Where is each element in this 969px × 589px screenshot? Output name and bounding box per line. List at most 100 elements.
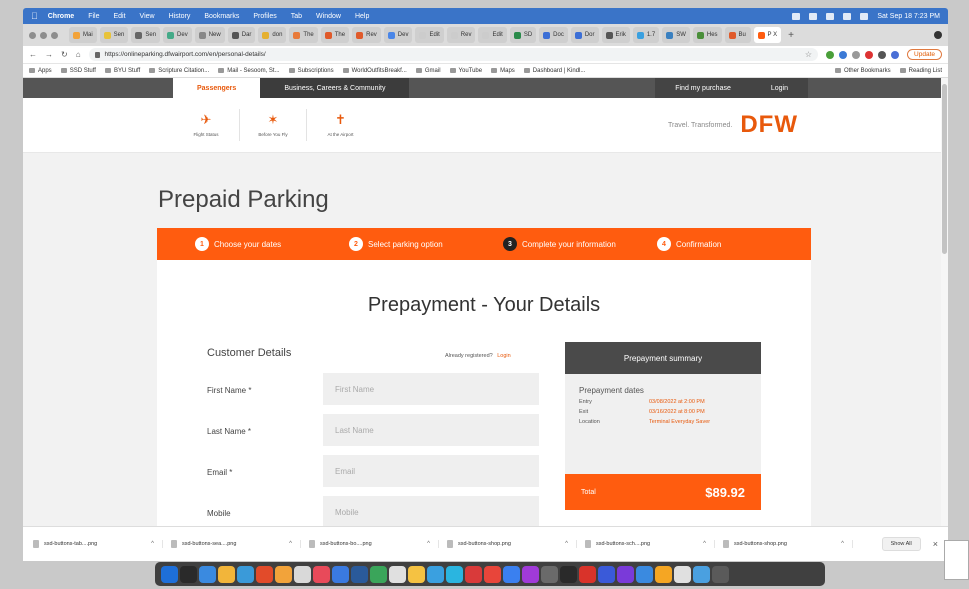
nav-login[interactable]: Login xyxy=(750,78,808,98)
bookmark-item[interactable]: SSD Stuff xyxy=(60,68,96,74)
bookmark-item[interactable]: Subscriptions xyxy=(288,68,334,74)
browser-tab[interactable]: SW xyxy=(662,27,690,43)
apple-icon[interactable]:  xyxy=(31,11,38,21)
wifi-icon[interactable] xyxy=(826,12,835,20)
status-icon[interactable] xyxy=(809,12,818,20)
dock-app-icon[interactable] xyxy=(484,565,501,583)
star-icon[interactable]: ☆ xyxy=(805,50,812,59)
dock-app-icon[interactable] xyxy=(674,565,691,583)
menu-view[interactable]: View xyxy=(140,13,155,20)
chevron-up-icon[interactable]: ^ xyxy=(703,541,706,547)
browser-tab[interactable]: Edit xyxy=(415,27,444,43)
browser-tab[interactable]: SD xyxy=(509,27,537,43)
browser-tab[interactable]: Erik xyxy=(601,27,630,43)
bookmark-item[interactable]: Dashboard | Kindl... xyxy=(523,68,585,74)
dock-app-icon[interactable] xyxy=(636,565,653,583)
last-name-input[interactable] xyxy=(323,414,539,446)
dock-app-icon[interactable] xyxy=(503,565,520,583)
nav-business[interactable]: Business, Careers & Community xyxy=(260,78,410,98)
dock-app-icon[interactable] xyxy=(313,565,330,583)
browser-tab[interactable]: 1.7 xyxy=(632,27,660,43)
browser-tab[interactable]: Rev xyxy=(352,27,381,43)
bookmark-item[interactable]: WorldOutfitsBreakf... xyxy=(342,68,407,74)
dock-app-icon[interactable] xyxy=(655,565,672,583)
dfw-logo[interactable]: DFW xyxy=(740,111,798,139)
minimize-window-button[interactable] xyxy=(40,31,47,39)
extension-icon[interactable] xyxy=(839,50,848,59)
dock-app-icon[interactable] xyxy=(712,565,729,583)
extension-icon[interactable] xyxy=(852,50,861,59)
dock-app-icon[interactable] xyxy=(332,565,349,583)
menu-profiles[interactable]: Profiles xyxy=(253,13,276,20)
dock-app-icon[interactable] xyxy=(351,565,368,583)
tab-search-button[interactable] xyxy=(934,31,942,39)
show-all-button[interactable]: Show All xyxy=(881,537,921,551)
close-icon[interactable]: × xyxy=(933,539,938,549)
bookmark-item[interactable]: YouTube xyxy=(449,68,482,74)
nav-passengers[interactable]: Passengers xyxy=(173,78,261,98)
dock-app-icon[interactable] xyxy=(446,565,463,583)
dock-app-icon[interactable] xyxy=(617,565,634,583)
step-select-parking[interactable]: 2 Select parking option xyxy=(349,237,503,251)
browser-tab[interactable]: don xyxy=(258,27,287,43)
chevron-up-icon[interactable]: ^ xyxy=(289,541,292,547)
download-item[interactable]: ssd-buttons-sea....png ^ xyxy=(171,540,301,548)
search-icon[interactable] xyxy=(860,12,869,20)
quicklink-at-the-airport[interactable]: ✝ At the Airport xyxy=(307,109,374,141)
bookmark-item[interactable]: Mail - Sesoom, St... xyxy=(218,68,280,74)
browser-tab[interactable]: Sen xyxy=(131,27,161,43)
chevron-up-icon[interactable]: ^ xyxy=(565,541,568,547)
dock-app-icon[interactable] xyxy=(427,565,444,583)
lock-icon[interactable] xyxy=(94,51,100,58)
browser-tab[interactable]: Mai xyxy=(69,27,97,43)
dock-app-icon[interactable] xyxy=(199,565,216,583)
quicklink-flight-status[interactable]: ✈ Flight Status xyxy=(173,109,240,141)
menu-app-name[interactable]: Chrome xyxy=(48,13,74,20)
mobile-input[interactable] xyxy=(323,496,539,526)
bookmark-item[interactable]: Gmail xyxy=(415,68,441,74)
profile-avatar[interactable] xyxy=(891,50,900,59)
dock-app-icon[interactable] xyxy=(560,565,577,583)
browser-tab[interactable]: Doc xyxy=(539,27,568,43)
download-item[interactable]: ssd-buttons-shop.png ^ xyxy=(447,540,577,548)
browser-tab[interactable]: Edit xyxy=(478,27,507,43)
browser-tab[interactable]: Rev xyxy=(446,27,476,43)
menu-tab[interactable]: Tab xyxy=(291,13,302,20)
extension-icon[interactable] xyxy=(865,50,874,59)
download-item[interactable]: ssd-buttons-tab....png ^ xyxy=(33,540,163,548)
zoom-window-button[interactable] xyxy=(51,31,58,39)
chevron-up-icon[interactable]: ^ xyxy=(427,541,430,547)
dock-app-icon[interactable] xyxy=(180,565,197,583)
email-input[interactable] xyxy=(323,455,539,487)
home-icon[interactable]: ⌂ xyxy=(76,50,81,59)
browser-tab[interactable]: Bu xyxy=(724,27,751,43)
dock-app-icon[interactable] xyxy=(389,565,406,583)
menu-history[interactable]: History xyxy=(169,13,191,20)
browser-tab[interactable]: The xyxy=(289,27,318,43)
dock-app-icon[interactable] xyxy=(237,565,254,583)
download-item[interactable]: ssd-buttons-bo....png ^ xyxy=(309,540,439,548)
step-choose-dates[interactable]: 1 Choose your dates xyxy=(195,237,349,251)
reload-icon[interactable]: ↻ xyxy=(61,50,68,59)
back-icon[interactable]: ← xyxy=(29,50,37,59)
dock-app-icon[interactable] xyxy=(465,565,482,583)
bookmark-item[interactable]: Apps xyxy=(29,68,52,74)
dock-app-icon[interactable] xyxy=(408,565,425,583)
nav-find-purchase[interactable]: Find my purchase xyxy=(655,78,751,98)
menu-file[interactable]: File xyxy=(88,13,99,20)
bookmark-item[interactable]: BYU Stuff xyxy=(104,68,140,74)
browser-tab[interactable]: Dar xyxy=(227,27,256,43)
address-url[interactable]: https://onlineparking.dfwairport.com/en/… xyxy=(105,51,266,58)
bookmark-item[interactable]: Scripture Citation... xyxy=(149,68,209,74)
bookmark-item[interactable]: Reading List xyxy=(899,68,942,74)
puzzle-icon[interactable] xyxy=(878,50,887,59)
page-scrollbar[interactable] xyxy=(941,78,948,526)
forward-icon[interactable]: → xyxy=(45,50,53,59)
dock-app-icon[interactable] xyxy=(218,565,235,583)
scrollbar-thumb[interactable] xyxy=(942,84,947,254)
dock-app-icon[interactable] xyxy=(256,565,273,583)
quicklink-before-you-fly[interactable]: ✶ Before You Fly xyxy=(240,109,307,141)
menubar-clock[interactable]: Sat Sep 18 7:23 PM xyxy=(877,13,940,20)
close-window-button[interactable] xyxy=(29,31,36,39)
menu-edit[interactable]: Edit xyxy=(113,13,125,20)
